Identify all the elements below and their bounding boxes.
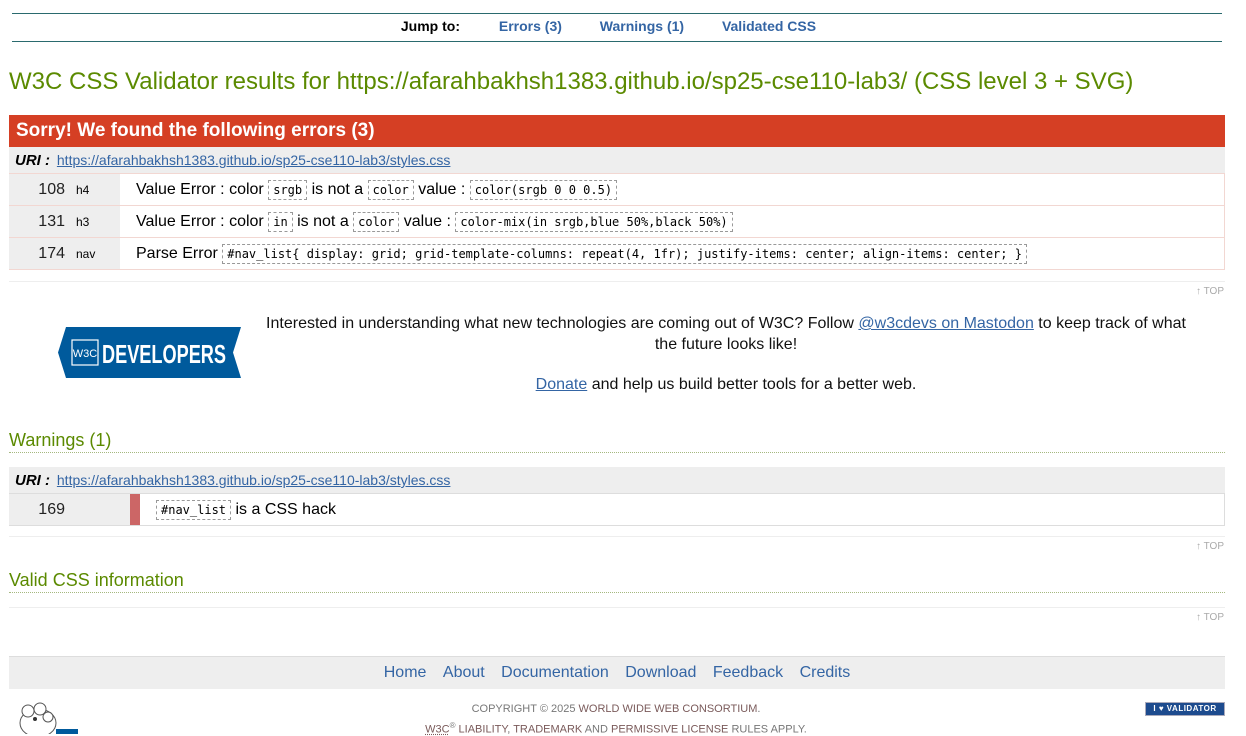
top-link[interactable]: ↑ TOP [1196, 286, 1224, 297]
error-kind: Value Error : [136, 180, 225, 198]
developers-message: Interested in understanding what new tec… [262, 313, 1190, 355]
context-cell [69, 493, 130, 526]
license-line: W3C® liability, trademark and permissive… [425, 721, 807, 736]
footer-home-link[interactable]: Home [384, 664, 427, 681]
footer-nav: Home About Documentation Download Feedba… [9, 656, 1225, 689]
warning-message: #nav_list is a CSS hack [156, 493, 1225, 526]
table-row: 108 h4 Value Error : color srgb is not a… [9, 173, 1225, 206]
table-row: 174 nav Parse Error #nav_list{ display: … [9, 237, 1225, 270]
error-text: value : [403, 212, 451, 230]
context-selector: h4 [69, 173, 120, 206]
error-message: Parse Error #nav_list{ display: grid; gr… [120, 237, 1225, 270]
footer-documentation-link[interactable]: Documentation [501, 664, 609, 681]
table-row: 169 #nav_list is a CSS hack [9, 493, 1225, 526]
warning-code: #nav_list [156, 499, 232, 520]
donate-text: and help us build better tools for a bet… [591, 376, 917, 393]
error-type: color [353, 211, 400, 232]
warnings-uri-link[interactable]: https://afarahbakhsh1383.github.io/sp25-… [57, 472, 451, 488]
error-property: color [229, 212, 264, 230]
warnings-table: 169 #nav_list is a CSS hack [9, 493, 1225, 526]
error-code: #nav_list{ display: grid; grid-template-… [222, 243, 1027, 264]
errors-uri-link[interactable]: https://afarahbakhsh1383.github.io/sp25-… [57, 152, 451, 168]
context-selector: nav [69, 237, 120, 270]
jump-warnings-link[interactable]: Warnings (1) [600, 18, 684, 34]
donate-message: Donate and help us build better tools fo… [262, 376, 1190, 394]
error-message: Value Error : color in is not a color va… [120, 205, 1225, 238]
error-property: color [229, 180, 264, 198]
error-bad-token: in [268, 211, 293, 232]
footer-about-link[interactable]: About [443, 664, 485, 681]
footer-credits-link[interactable]: Credits [800, 664, 851, 681]
consortium-link[interactable]: World Wide Web Consortium [579, 703, 758, 715]
spacer [140, 493, 156, 526]
error-kind: Value Error : [136, 212, 225, 230]
developers-text: Interested in understanding what new tec… [266, 315, 854, 332]
errors-heading: Sorry! We found the following errors (3) [9, 115, 1225, 147]
warnings-heading: Warnings (1) [9, 430, 1225, 453]
uri-label: URI : [15, 472, 50, 489]
error-kind: Parse Error [136, 244, 218, 262]
w3c-developers-logo[interactable]: W3C DEVELOPERS [58, 327, 241, 378]
valid-css-heading: Valid CSS information [9, 570, 1225, 593]
error-text: is not a [311, 180, 364, 198]
donate-link[interactable]: Donate [536, 376, 588, 393]
error-value: color-mix(in srgb,blue 50%,black 50%) [455, 211, 733, 232]
divider [9, 281, 1225, 282]
registered-mark: ® [449, 721, 456, 730]
error-text: value : [418, 180, 466, 198]
error-bad-token: srgb [268, 179, 308, 200]
divider [9, 607, 1225, 608]
line-number: 131 [9, 205, 69, 238]
error-text: is not a [297, 212, 349, 230]
warning-level-bar [130, 493, 140, 526]
errors-uri-row: URI : https://afarahbakhsh1383.github.io… [9, 147, 1225, 173]
logo-developers-text: DEVELOPERS [102, 339, 226, 369]
logo-w3c-text: W3C [73, 348, 98, 360]
uri-label: URI : [15, 152, 50, 169]
page-title: W3C CSS Validator results for https://af… [9, 68, 1134, 95]
context-selector: h3 [69, 205, 120, 238]
warnings-uri-row: URI : https://afarahbakhsh1383.github.io… [9, 467, 1225, 493]
top-link[interactable]: ↑ TOP [1196, 612, 1224, 623]
mastodon-link[interactable]: @w3cdevs on Mastodon [858, 315, 1033, 332]
table-row: 131 h3 Value Error : color in is not a c… [9, 205, 1225, 238]
line-number: 169 [9, 493, 69, 526]
line-number: 174 [9, 237, 69, 270]
error-message: Value Error : color srgb is not a color … [120, 173, 1225, 206]
jump-errors-link[interactable]: Errors (3) [499, 18, 562, 34]
top-link[interactable]: ↑ TOP [1196, 541, 1224, 552]
footer-feedback-link[interactable]: Feedback [713, 664, 783, 681]
jump-label: Jump to: [400, 18, 460, 34]
error-value: color(srgb 0 0 0.5) [469, 179, 618, 200]
jump-validated-css-link[interactable]: Validated CSS [722, 18, 816, 34]
errors-table: 108 h4 Value Error : color srgb is not a… [9, 173, 1225, 270]
footer-download-link[interactable]: Download [625, 664, 696, 681]
divider [9, 536, 1225, 537]
error-type: color [367, 179, 414, 200]
warning-text: is a CSS hack [235, 500, 336, 518]
jump-bar: Jump to: Errors (3) Warnings (1) Validat… [12, 13, 1222, 42]
i-love-validator-badge[interactable]: I ♥ VALIDATOR [1145, 702, 1225, 716]
line-number: 108 [9, 173, 69, 206]
copyright-period: . [757, 703, 761, 715]
copyright-text: Copyright © 2025 [471, 703, 576, 715]
copyright-line: Copyright © 2025 World Wide Web Consorti… [0, 703, 1232, 715]
